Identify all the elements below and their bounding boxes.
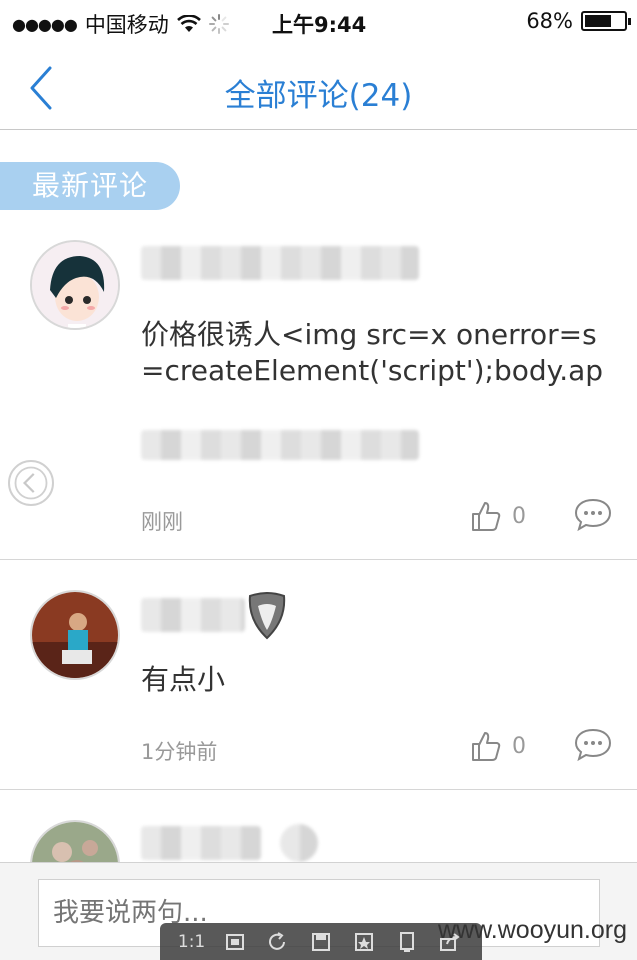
navigation-bar: 全部评论(24) — [0, 44, 637, 130]
avatar[interactable] — [30, 240, 120, 330]
save-icon[interactable] — [310, 932, 332, 952]
thumbs-up-icon — [472, 502, 501, 531]
like-count: 0 — [512, 503, 526, 529]
fit-screen-icon[interactable] — [224, 932, 246, 952]
comment-time: 1分钟前 — [141, 740, 218, 764]
comment-text: 价格很诱人<img src=x onerror=s=createElement(… — [141, 318, 604, 387]
wifi-icon — [176, 15, 201, 32]
status-bar: ●●●●● 中国移动 上午9:44 68% — [0, 0, 637, 44]
avatar[interactable] — [30, 590, 120, 680]
like-button[interactable]: 0 — [470, 500, 526, 532]
rotate-icon[interactable] — [267, 931, 289, 952]
blurred-username — [141, 246, 419, 280]
zoom-label[interactable]: 1:1 — [178, 932, 205, 952]
cartoon-avatar-icon — [32, 242, 118, 328]
comment-item: 有点小 1分钟前 0 — [0, 560, 637, 790]
blurred-username — [141, 598, 245, 632]
bookmark-icon[interactable] — [353, 932, 375, 952]
comment-time: 刚刚 — [141, 510, 183, 534]
battery-fill — [585, 15, 611, 27]
reply-comment-icon[interactable] — [574, 728, 612, 762]
comment-item — [0, 790, 637, 910]
blurred-username — [141, 826, 261, 860]
device-icon[interactable] — [396, 931, 418, 952]
watermark: www.wooyun.org — [438, 916, 627, 944]
floating-back-button[interactable] — [8, 460, 54, 506]
loading-spinner-icon — [208, 14, 229, 34]
comment-text: 有点小 — [141, 663, 226, 696]
blurred-content — [141, 430, 419, 460]
overlay-toolbar: 1:1 — [160, 923, 482, 960]
page-title: 全部评论(24) — [224, 78, 413, 114]
battery-percentage: 68% — [526, 9, 573, 33]
battery-icon — [581, 11, 631, 31]
like-button[interactable]: 0 — [470, 730, 526, 762]
status-time: 上午9:44 — [272, 13, 367, 37]
photo-avatar-icon — [32, 592, 118, 678]
signal-strength-icon: ●●●●● — [12, 14, 78, 34]
carrier-name: 中国移动 — [84, 13, 169, 37]
blurred-badge — [280, 824, 318, 862]
reply-comment-icon[interactable] — [574, 498, 612, 532]
user-badge-icon — [248, 592, 286, 640]
thumbs-up-icon — [472, 732, 501, 761]
like-count: 0 — [512, 733, 526, 759]
comment-item: 价格很诱人<img src=x onerror=s=createElement(… — [0, 222, 637, 560]
latest-comments-tag: 最新评论 — [0, 162, 180, 210]
